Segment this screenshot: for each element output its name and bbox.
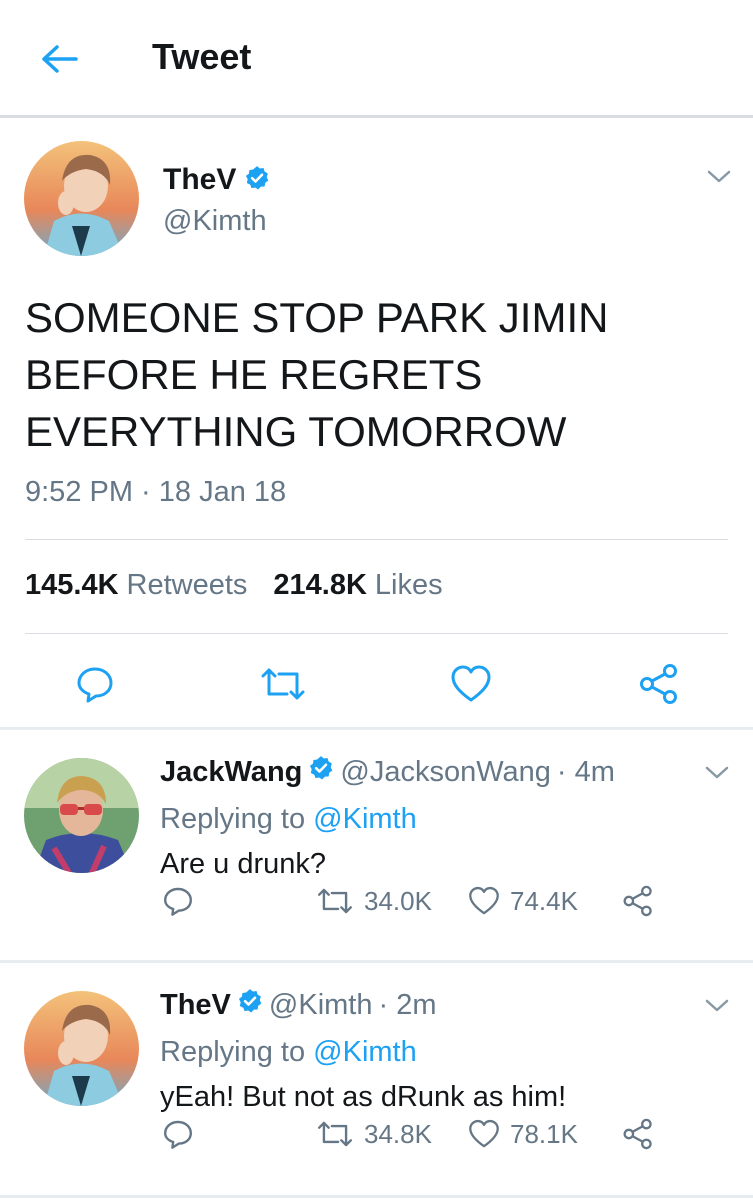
reply-action-bar: 34.0K 74.4K xyxy=(0,885,753,925)
replying-to: Replying to @Kimth xyxy=(160,1036,417,1069)
author-handle[interactable]: @Kimth xyxy=(163,205,267,238)
divider xyxy=(25,633,728,634)
author-name[interactable]: TheV xyxy=(160,989,231,1022)
share-icon xyxy=(623,1118,652,1150)
reply-button[interactable] xyxy=(162,1118,194,1150)
like-button[interactable] xyxy=(448,661,494,707)
avatar-image xyxy=(24,758,139,873)
retweet-icon xyxy=(317,1121,353,1147)
retweet-button[interactable]: 34.8K xyxy=(316,1118,432,1150)
likes-count: 214.8K xyxy=(273,569,367,601)
like-count: 78.1K xyxy=(510,1118,578,1149)
retweet-button[interactable]: 34.0K xyxy=(316,885,432,917)
likes-stat[interactable]: 214.8K Likes xyxy=(273,569,442,602)
avatar-image xyxy=(24,141,139,256)
reply-header: TheV @Kimth · 2m xyxy=(160,988,436,1022)
avatar-image xyxy=(24,991,139,1106)
main-tweet: TheV @Kimth SOMEONE STOP PARK JIMIN BEFO… xyxy=(0,121,753,730)
like-button[interactable]: 74.4K xyxy=(468,885,578,917)
verified-badge-icon xyxy=(308,755,334,789)
reply-button[interactable] xyxy=(162,885,194,917)
replying-to: Replying to @Kimth xyxy=(160,803,417,836)
share-icon xyxy=(640,664,677,704)
like-icon xyxy=(469,886,499,915)
author-name[interactable]: TheV xyxy=(163,163,236,197)
reply-button[interactable] xyxy=(72,661,118,707)
tweet-text: SOMEONE STOP PARK JIMIN BEFORE HE REGRET… xyxy=(25,294,609,455)
reply-tweet[interactable]: TheV @Kimth · 2m Replying to @Kimth yEah… xyxy=(0,966,753,1198)
avatar[interactable] xyxy=(24,758,139,873)
reply-icon xyxy=(164,1120,192,1149)
retweets-stat[interactable]: 145.4K Retweets xyxy=(25,569,247,602)
reply-header: JackWang @JacksonWang · 4m xyxy=(160,755,615,789)
divider xyxy=(25,539,728,540)
chevron-down-icon[interactable] xyxy=(704,765,730,781)
retweet-icon xyxy=(317,888,353,914)
share-button[interactable] xyxy=(622,885,654,917)
retweet-count: 34.8K xyxy=(364,1118,432,1149)
reply-action-bar: 34.8K 78.1K xyxy=(0,1118,753,1158)
avatar[interactable] xyxy=(24,991,139,1106)
reply-time: · 4m xyxy=(556,755,615,788)
chevron-down-icon[interactable] xyxy=(706,169,732,185)
replying-to-label: Replying to xyxy=(160,803,306,835)
like-button[interactable]: 78.1K xyxy=(468,1118,578,1150)
author-handle[interactable]: @JacksonWang xyxy=(340,756,551,789)
reply-text: Are u drunk? xyxy=(160,848,327,880)
mention-link[interactable]: @Kimth xyxy=(313,803,417,835)
like-icon xyxy=(469,1119,499,1148)
reply-icon xyxy=(77,667,113,703)
avatar[interactable] xyxy=(24,141,139,256)
retweet-button[interactable] xyxy=(258,661,308,707)
reply-text: yEah! But not as dRunk as him! xyxy=(160,1081,567,1113)
page-title: Tweet xyxy=(152,36,252,77)
reply-time: · 2m xyxy=(378,988,437,1021)
top-bar: Tweet xyxy=(0,0,753,118)
share-button[interactable] xyxy=(636,661,682,707)
back-button[interactable] xyxy=(36,38,82,80)
verified-badge-icon xyxy=(237,988,263,1022)
author-name[interactable]: JackWang xyxy=(160,756,302,789)
like-count: 74.4K xyxy=(510,885,578,916)
reply-icon xyxy=(164,887,192,916)
likes-label: Likes xyxy=(374,569,443,601)
chevron-down-icon[interactable] xyxy=(704,998,730,1014)
verified-badge-icon xyxy=(244,165,270,196)
tweet-stats: 145.4K Retweets 214.8K Likes xyxy=(25,569,469,602)
reply-tweet[interactable]: JackWang @JacksonWang · 4m Replying to @… xyxy=(0,733,753,963)
like-icon xyxy=(451,665,491,702)
mention-link[interactable]: @Kimth xyxy=(313,1036,417,1068)
replying-to-label: Replying to xyxy=(160,1036,306,1068)
arrow-left-icon xyxy=(42,45,78,73)
share-button[interactable] xyxy=(622,1118,654,1150)
retweets-label: Retweets xyxy=(126,569,248,601)
tweet-timestamp: 9:52 PM · 18 Jan 18 xyxy=(25,476,287,508)
share-icon xyxy=(623,885,652,917)
author-handle[interactable]: @Kimth xyxy=(269,989,373,1022)
retweets-count: 145.4K xyxy=(25,569,119,601)
retweet-icon xyxy=(261,668,305,700)
author-name-row[interactable]: TheV xyxy=(163,163,270,197)
retweet-count: 34.0K xyxy=(364,885,432,916)
